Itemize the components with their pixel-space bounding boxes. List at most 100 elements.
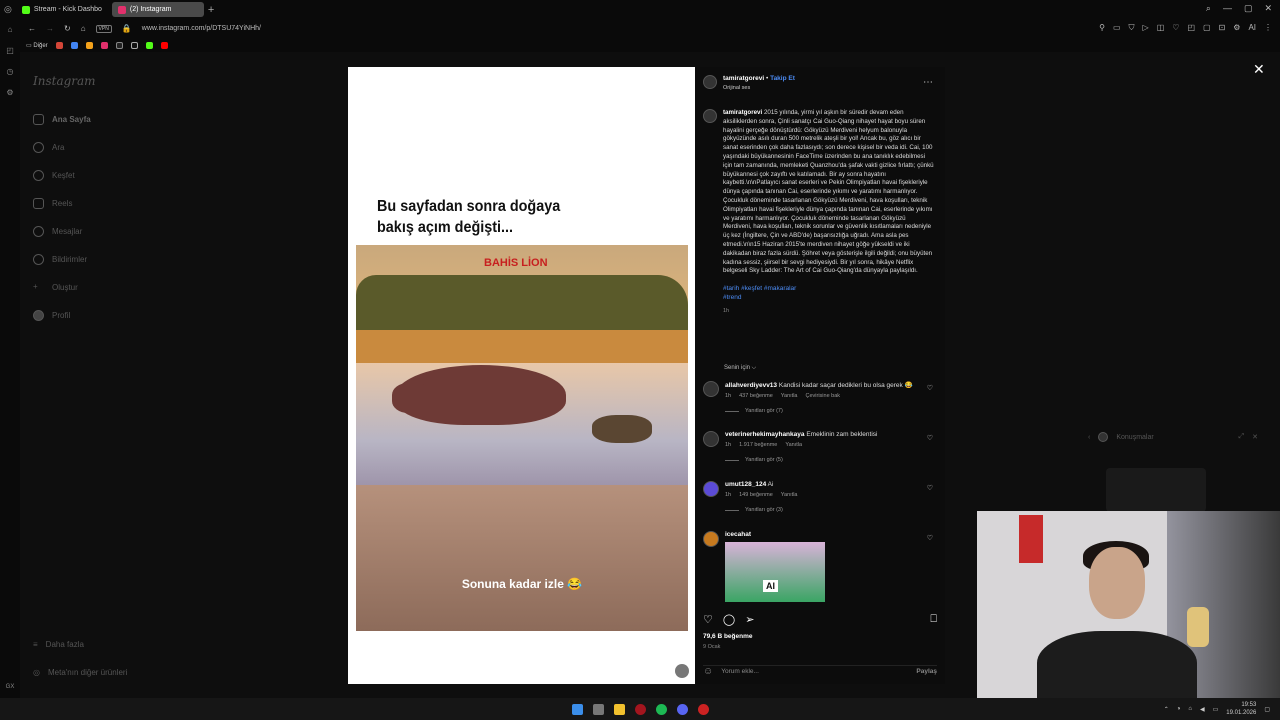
ai-button[interactable]: AI — [1248, 23, 1256, 33]
menu-icon[interactable]: ⋮ — [1264, 23, 1272, 33]
url-field[interactable]: www.instagram.com/p/DTSU74YiNHh/ — [142, 25, 261, 32]
tab-instagram[interactable]: (2) Instagram — [111, 2, 204, 17]
clock[interactable]: 19:53 19.01.2026 — [1226, 701, 1256, 717]
like-comment-icon[interactable]: ♡ — [927, 534, 933, 542]
audio-label[interactable]: Orijinal ses — [723, 85, 795, 91]
sidebar-history-icon[interactable]: ◷ — [7, 67, 14, 76]
tiktok-icon[interactable] — [115, 41, 123, 49]
post-username[interactable]: tamiratgorevi — [723, 75, 764, 82]
sort-dropdown[interactable]: Senin için ⌵ — [724, 365, 756, 372]
nav-more[interactable]: ≡ Daha fazla — [33, 640, 84, 649]
task-view-icon[interactable] — [592, 703, 604, 715]
message-card[interactable] — [1106, 468, 1206, 512]
view-replies[interactable]: Yanıtları gör (5) — [725, 457, 877, 463]
nav-meta[interactable]: ◎ Meta'nın diğer ürünleri — [33, 668, 127, 677]
back-icon[interactable]: ‹ — [1088, 434, 1090, 441]
heart-ext-icon[interactable]: ♡ — [1172, 23, 1179, 33]
avatar[interactable] — [703, 481, 719, 497]
instagram-logo[interactable]: Instagram — [33, 74, 96, 88]
battery-icon[interactable]: ▭ — [1213, 706, 1219, 713]
camera-icon[interactable]: ◫ — [1157, 23, 1165, 33]
kick-bm-icon[interactable] — [145, 41, 153, 49]
more-options-icon[interactable]: ⋯ — [923, 77, 933, 88]
comment-username[interactable]: icecahat — [725, 531, 751, 538]
sidebar-wallet-icon[interactable]: ◰ — [6, 46, 14, 55]
opera-gx-icon[interactable] — [634, 703, 646, 715]
nav-messages[interactable]: Mesajlar — [33, 226, 82, 237]
wallet-icon[interactable]: ◰ — [1187, 23, 1195, 33]
maximize-icon[interactable]: ▢ — [1244, 3, 1253, 14]
file-explorer-icon[interactable] — [613, 703, 625, 715]
emoji-icon[interactable]: ☺ — [703, 666, 713, 677]
reload-icon[interactable]: ↻ — [64, 24, 71, 33]
avatar[interactable] — [703, 381, 719, 397]
volume-icon[interactable]: ◀ — [1200, 706, 1205, 713]
like-icon[interactable]: ♡ — [703, 613, 713, 626]
avatar[interactable] — [703, 109, 717, 123]
messages-title[interactable]: Konuşmalar — [1116, 434, 1153, 441]
docs-icon[interactable] — [70, 41, 78, 49]
bookmark-icon[interactable] — [85, 41, 93, 49]
new-tab-button[interactable]: + — [208, 4, 214, 16]
tab-kick[interactable]: Stream - Kick Dashbo — [16, 2, 108, 17]
lock-ext-icon[interactable]: ⊡ — [1219, 23, 1226, 33]
minimize-icon[interactable]: — — [1223, 3, 1232, 14]
play-icon[interactable]: ▷ — [1143, 23, 1149, 33]
discord-icon[interactable] — [676, 703, 688, 715]
sidebar-settings-icon[interactable]: ⚙ — [6, 88, 13, 97]
pin-icon[interactable]: ⚲ — [1099, 23, 1105, 33]
vpn-badge[interactable]: VPN — [95, 24, 112, 33]
comment-username[interactable]: allahverdiyevv13 — [725, 382, 777, 389]
comment-username[interactable]: umut128_124 — [725, 481, 766, 488]
avatar[interactable] — [703, 531, 719, 547]
gmail-icon[interactable] — [55, 41, 63, 49]
sidebar-gx-icon[interactable]: GX — [6, 684, 15, 690]
nav-notifications[interactable]: Bildirimler — [33, 254, 87, 265]
like-count[interactable]: 79,6 B beğenme — [703, 633, 753, 640]
forward-icon[interactable]: → — [46, 24, 54, 33]
steam-icon[interactable] — [697, 703, 709, 715]
instagram-bm-icon[interactable] — [100, 41, 108, 49]
nav-explore[interactable]: Keşfet — [33, 170, 75, 181]
like-comment-icon[interactable]: ♡ — [927, 484, 933, 492]
avatar[interactable] — [703, 75, 717, 89]
spotify-icon[interactable] — [655, 703, 667, 715]
bookmark-page-icon[interactable]: ▭ — [1113, 23, 1121, 33]
reel-video[interactable]: Bu sayfadan sonra doğaya bakış açım deği… — [348, 67, 695, 684]
nav-search[interactable]: Ara — [33, 142, 64, 153]
network-icon[interactable]: ⌂ — [1188, 706, 1192, 712]
view-replies[interactable]: Yanıtları gör (3) — [725, 507, 797, 513]
nav-home[interactable]: Ana Sayfa — [33, 114, 91, 125]
expand-icon[interactable]: ⤢ — [1239, 433, 1245, 441]
close-popup-icon[interactable]: ✕ — [1252, 433, 1258, 441]
nav-create[interactable]: + Oluştur — [33, 282, 78, 293]
close-window-icon[interactable]: ✕ — [1264, 3, 1272, 14]
headset-icon[interactable]: ◑ — [1177, 706, 1181, 712]
nav-profile[interactable]: Profil — [33, 310, 70, 321]
browser-menu-icon[interactable]: ◎ — [4, 4, 12, 15]
shield-icon[interactable]: ⛉ — [1129, 23, 1135, 33]
windows-start-icon[interactable] — [571, 703, 583, 715]
mute-icon[interactable] — [675, 664, 689, 678]
nav-reels[interactable]: Reels — [33, 198, 72, 209]
follow-button[interactable]: Takip Et — [770, 75, 795, 82]
post-comment-button[interactable]: Paylaş — [916, 668, 937, 675]
notifications-icon[interactable]: ▢ — [1264, 706, 1270, 713]
chat-icon[interactable]: ▢ — [1203, 23, 1211, 33]
view-replies[interactable]: Yanıtları gör (7) — [725, 408, 913, 414]
like-comment-icon[interactable]: ♡ — [927, 434, 933, 442]
youtube-icon[interactable] — [160, 41, 168, 49]
comment-icon[interactable]: ◯ — [723, 613, 735, 626]
comment-username[interactable]: veterinerhekimayhankaya — [725, 431, 805, 438]
like-comment-icon[interactable]: ♡ — [927, 384, 933, 392]
chevron-up-icon[interactable]: ⌃ — [1164, 706, 1169, 713]
caption-username[interactable]: tamiratgorevi — [723, 109, 762, 116]
x-icon[interactable] — [130, 41, 138, 49]
bookmark-folder[interactable]: ▭ Diğer — [26, 42, 48, 49]
home-browser-icon[interactable]: ⌂ — [81, 24, 86, 33]
search-tabs-icon[interactable]: ⌕ — [1206, 3, 1211, 14]
back-icon[interactable]: ← — [28, 24, 36, 33]
avatar[interactable] — [703, 431, 719, 447]
settings-icon[interactable]: ⚙ — [1233, 23, 1240, 33]
share-icon[interactable]: ➢ — [745, 613, 754, 626]
